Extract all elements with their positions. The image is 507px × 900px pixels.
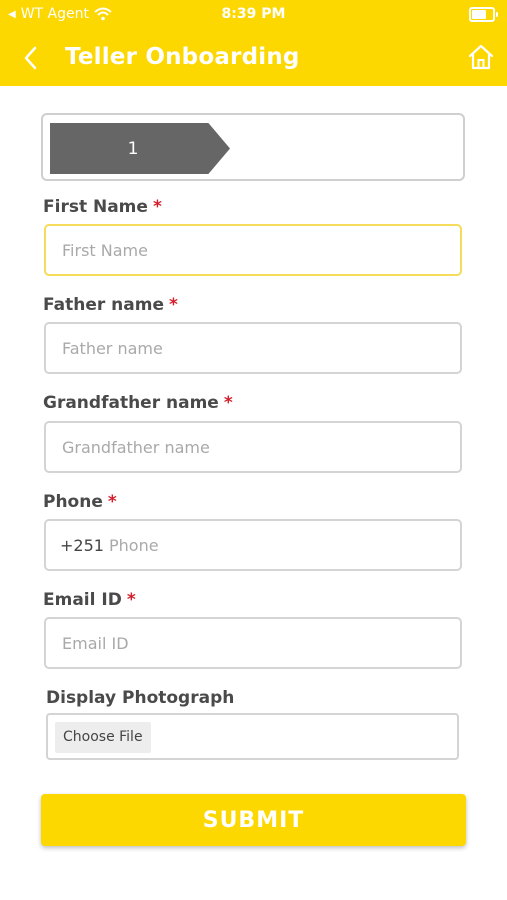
grandfather-name-label-text: Grandfather name — [43, 393, 219, 413]
grandfather-name-field[interactable] — [44, 421, 462, 473]
email-label: Email ID * — [43, 590, 136, 610]
father-name-label: Father name * — [43, 295, 178, 315]
grandfather-name-label: Grandfather name * — [43, 393, 233, 413]
grandfather-name-input[interactable] — [60, 423, 450, 471]
required-mark: * — [168, 295, 178, 315]
page-title: Teller Onboarding — [65, 44, 300, 70]
choose-file-button[interactable]: Choose File — [55, 722, 151, 753]
father-name-field[interactable] — [44, 322, 462, 374]
phone-field[interactable]: +251 — [44, 519, 462, 571]
first-name-label-text: First Name — [43, 197, 148, 217]
country-code-prefix: +251 — [60, 536, 104, 555]
required-mark: * — [126, 590, 136, 610]
app-header: ◀ WT Agent 8:39 PM Teller Onboarding — [0, 0, 507, 86]
first-name-input[interactable] — [60, 226, 450, 274]
back-chevron-icon[interactable] — [20, 42, 42, 74]
required-mark: * — [152, 197, 162, 217]
first-name-label: First Name * — [43, 197, 162, 217]
photo-file-input[interactable]: Choose File — [46, 713, 459, 760]
home-icon[interactable] — [467, 42, 495, 72]
status-bar: ◀ WT Agent 8:39 PM — [0, 0, 507, 28]
required-mark: * — [107, 492, 117, 512]
first-name-field[interactable] — [44, 224, 462, 276]
phone-label: Phone * — [43, 492, 117, 512]
father-name-label-text: Father name — [43, 295, 164, 315]
father-name-input[interactable] — [60, 324, 450, 372]
required-mark: * — [223, 393, 233, 413]
photo-label: Display Photograph — [46, 688, 235, 708]
progress-stepper: 1 — [41, 113, 465, 181]
battery-icon — [469, 7, 498, 22]
step-1-indicator: 1 — [50, 123, 230, 174]
phone-label-text: Phone — [43, 492, 103, 512]
email-field[interactable] — [44, 617, 462, 669]
email-label-text: Email ID — [43, 590, 122, 610]
phone-input[interactable] — [107, 521, 450, 569]
submit-button[interactable]: SUBMIT — [41, 794, 466, 846]
email-input[interactable] — [60, 619, 450, 667]
nav-bar: Teller Onboarding — [0, 40, 507, 76]
step-number: 1 — [127, 138, 139, 159]
status-time: 8:39 PM — [221, 6, 286, 22]
